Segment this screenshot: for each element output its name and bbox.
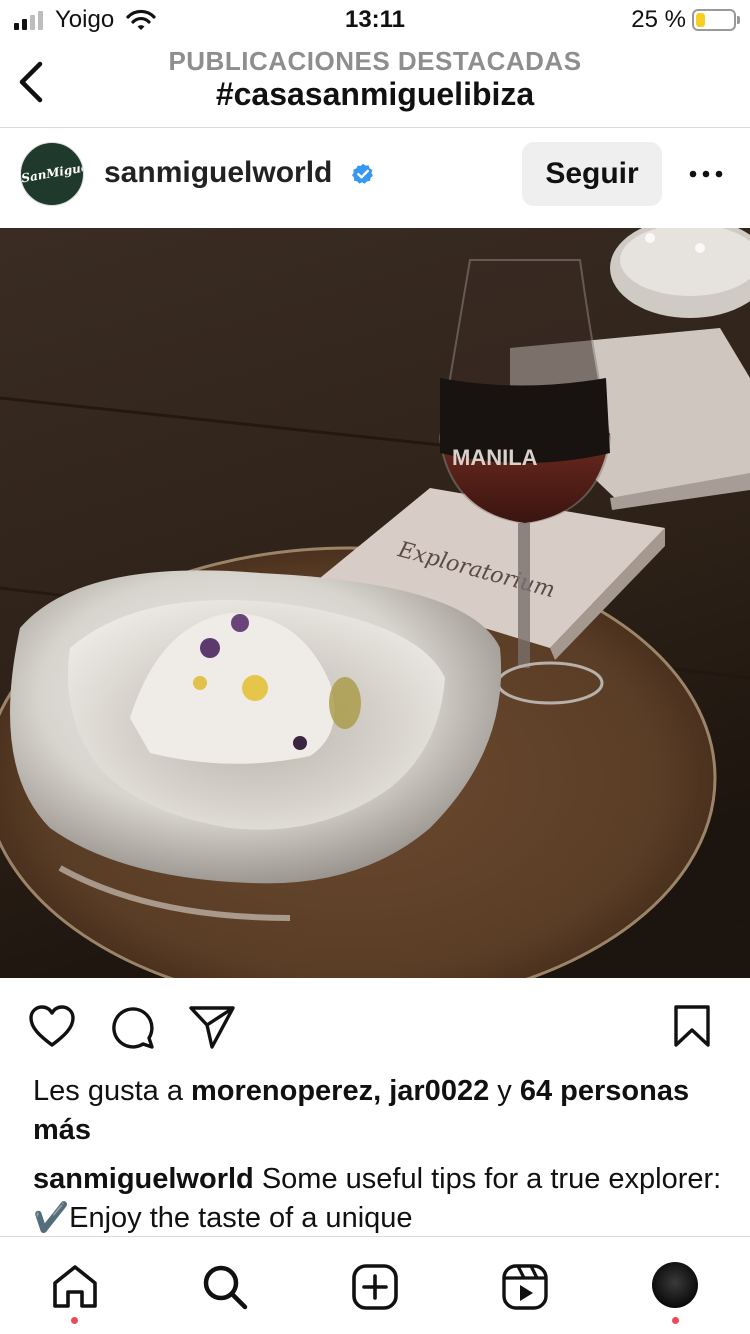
post-username[interactable]: sanmiguelworld xyxy=(104,156,332,190)
notification-dot xyxy=(71,1317,78,1324)
header-subtitle: PUBLICACIONES DESTACADAS xyxy=(168,46,582,76)
post-caption: sanmiguelworld Some useful tips for a tr… xyxy=(33,1160,733,1236)
avatar[interactable]: SanMiguel xyxy=(20,142,84,206)
battery-percent: 25 % xyxy=(631,6,686,33)
bottom-tab-bar xyxy=(0,1236,750,1334)
send-icon[interactable] xyxy=(188,1004,236,1050)
new-post-icon[interactable] xyxy=(351,1263,399,1311)
comment-icon[interactable] xyxy=(109,1004,155,1050)
likes-summary[interactable]: Les gusta a morenoperez, jar0022 y 64 pe… xyxy=(33,1072,723,1150)
profile-avatar[interactable] xyxy=(652,1262,698,1308)
post-actions xyxy=(0,978,750,1073)
post-photo[interactable]: Exploratorium MANILA xyxy=(0,228,750,978)
hashtag-title: #casasanmiguelibiza xyxy=(215,76,535,112)
battery-icon xyxy=(692,9,740,31)
follow-button[interactable]: Seguir xyxy=(522,142,662,206)
page-header: PUBLICACIONES DESTACADAS #casasanmigueli… xyxy=(0,42,750,128)
profile-notification-dot xyxy=(672,1317,679,1324)
heart-icon[interactable] xyxy=(28,1004,76,1048)
home-icon[interactable] xyxy=(51,1263,99,1309)
avatar-logo-text: SanMiguel xyxy=(20,159,84,186)
likes-connector: y xyxy=(489,1075,520,1107)
bookmark-icon[interactable] xyxy=(672,1004,712,1048)
reels-icon[interactable] xyxy=(501,1263,549,1311)
search-icon[interactable] xyxy=(201,1263,249,1311)
verified-badge-icon xyxy=(352,163,373,184)
status-bar: Yoigo 13:11 25 % xyxy=(0,0,750,42)
glass-print-text: MANILA xyxy=(452,445,538,470)
caption-username[interactable]: sanmiguelworld xyxy=(33,1163,254,1195)
likes-prefix: Les gusta a xyxy=(33,1075,191,1107)
more-horizontal-icon[interactable] xyxy=(686,158,726,190)
post-header: SanMiguel sanmiguelworld Seguir xyxy=(0,128,750,228)
likes-users[interactable]: morenoperez, jar0022 xyxy=(191,1075,489,1107)
